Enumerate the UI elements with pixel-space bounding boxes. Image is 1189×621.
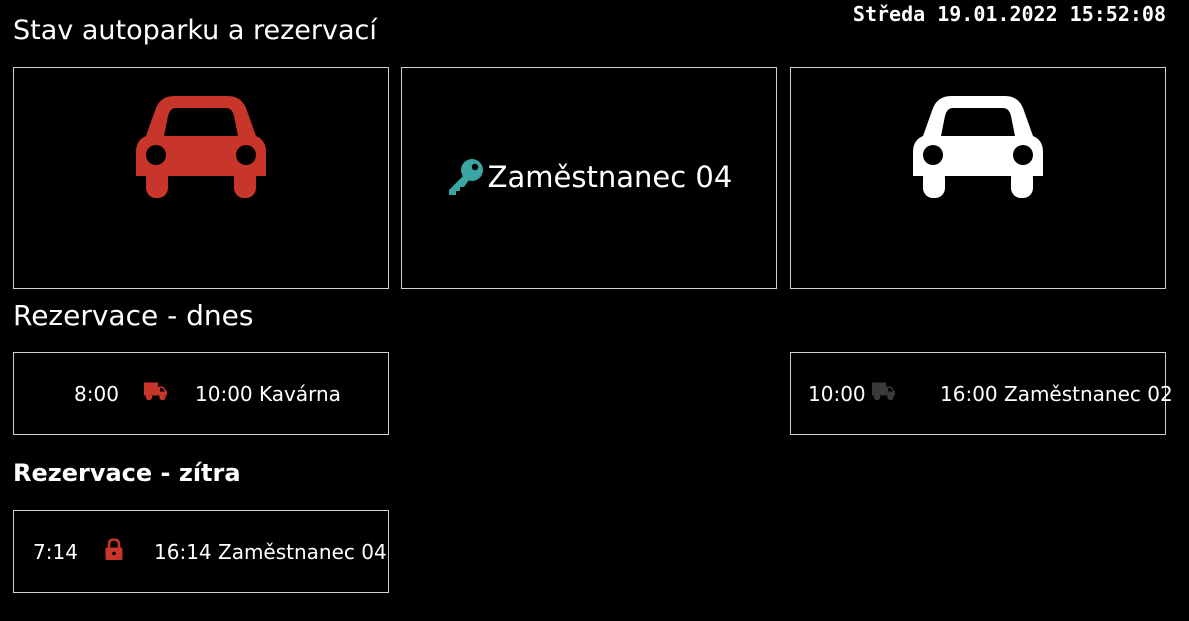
reservation-from: 10:00 [808, 381, 866, 406]
truck-icon [872, 381, 896, 406]
car-slot-1[interactable] [13, 67, 389, 289]
key-holder-label: Zaměstnanec 04 [487, 160, 733, 194]
car-slot-2-content: Zaměstnanec 04 [402, 158, 776, 196]
reservation-to: 16:00 Zaměstnanec 02 [940, 381, 1173, 406]
car-icon [913, 96, 1043, 198]
key-icon [448, 159, 483, 195]
page-title: Stav autoparku a rezervací [13, 15, 377, 46]
reservation-from: 8:00 [74, 381, 119, 406]
truck-icon [144, 381, 168, 406]
car-slot-3[interactable] [790, 67, 1166, 289]
lock-icon [105, 537, 123, 565]
reservation-tomorrow-1[interactable]: 7:14 16:14 Zaměstnanec 04 [13, 510, 389, 593]
reservation-to: 10:00 Kavárna [195, 381, 341, 406]
section-title-tomorrow: Rezervace - zítra [13, 459, 241, 487]
car-icon [136, 96, 266, 198]
reservation-today-2[interactable]: 10:00 16:00 Zaměstnanec 02 [790, 352, 1173, 435]
datetime: Středa 19.01.2022 15:52:08 [852, 2, 1166, 26]
car-slot-2[interactable]: Zaměstnanec 04 [401, 67, 777, 289]
reservation-today-1[interactable]: 8:00 10:00 Kavárna [13, 352, 389, 435]
reservation-to: 16:14 Zaměstnanec 04 [154, 539, 387, 564]
section-title-today: Rezervace - dnes [13, 299, 254, 332]
reservation-from: 7:14 [33, 539, 78, 564]
screen: Stav autoparku a rezervací Středa 19.01.… [0, 0, 1189, 621]
